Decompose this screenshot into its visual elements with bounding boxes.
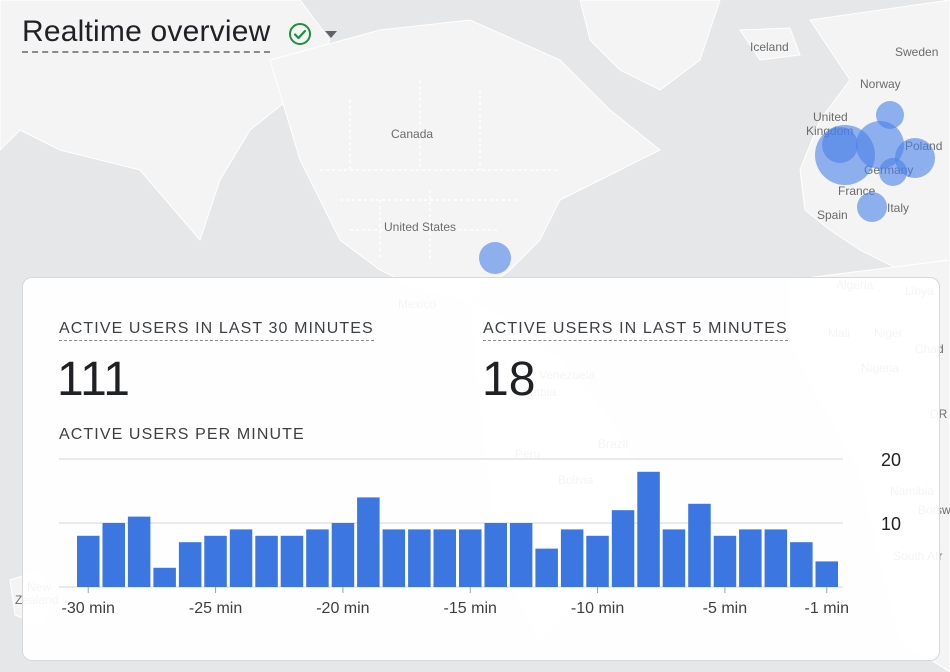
map-label: Canada	[391, 127, 433, 141]
chart-bar[interactable]	[637, 471, 660, 587]
chart-bar[interactable]	[127, 516, 151, 587]
chart-bar[interactable]	[178, 542, 202, 587]
chart-bar[interactable]	[586, 535, 609, 587]
chart-bar[interactable]	[560, 529, 584, 587]
y-tick-label: 20	[881, 450, 901, 470]
map-label: Italy	[887, 201, 909, 215]
chart-bar[interactable]	[662, 529, 686, 587]
location-bubble	[879, 158, 907, 186]
map-label: Spain	[817, 208, 848, 222]
chart-bar[interactable]	[611, 510, 635, 587]
chart-bar[interactable]	[739, 529, 762, 587]
x-tick-label: -30 min	[62, 600, 115, 617]
chart-bar[interactable]	[764, 529, 788, 587]
chart-bar[interactable]	[306, 529, 329, 587]
chart-bar[interactable]	[229, 529, 253, 587]
y-tick-label: 10	[881, 514, 901, 534]
chart-bar[interactable]	[255, 535, 278, 587]
chart-bar[interactable]	[535, 548, 558, 587]
map-label: Norway	[860, 77, 901, 91]
active-users-per-minute-chart: 10 20 -30 min -25 min -20 min -15 min -10 min -…	[59, 450, 901, 617]
x-tick-label: -25 min	[189, 600, 242, 617]
chart-bar[interactable]	[408, 529, 431, 587]
dropdown-caret-icon[interactable]	[324, 29, 338, 39]
map-label: United	[813, 110, 848, 124]
chart-bar[interactable]	[790, 542, 813, 587]
map-label: United States	[384, 220, 456, 234]
chart-bar[interactable]	[484, 523, 508, 587]
chart-bar[interactable]	[433, 529, 457, 587]
chart-bar[interactable]	[357, 497, 380, 587]
chart-bar[interactable]	[102, 523, 126, 587]
page-title[interactable]: Realtime overview	[22, 15, 271, 53]
x-tick-label: -20 min	[316, 600, 369, 617]
chart-bar[interactable]	[382, 529, 406, 587]
location-bubble	[479, 242, 511, 274]
location-bubble	[822, 127, 858, 163]
x-tick-label: -5 min	[703, 600, 747, 617]
map-label: Iceland	[750, 40, 789, 54]
check-circle-icon	[289, 23, 312, 45]
map-label: Sweden	[895, 45, 938, 59]
location-bubble	[876, 101, 904, 129]
chart-bar[interactable]	[688, 503, 711, 587]
page-header: Realtime overview	[22, 12, 338, 56]
chart-bar[interactable]	[153, 567, 176, 587]
chart-bar[interactable]	[713, 535, 737, 587]
chart-bar[interactable]	[280, 535, 304, 587]
chart-bar[interactable]	[459, 529, 482, 587]
x-tick-label: -15 min	[444, 600, 497, 617]
realtime-summary-card: ACTIVE USERS IN LAST 30 MINUTES 111 ACTI…	[22, 277, 940, 661]
chart-bar[interactable]	[331, 523, 355, 587]
x-tick-label: -10 min	[571, 600, 624, 617]
chart-bar[interactable]	[204, 535, 227, 587]
x-tick-label: -1 min	[805, 600, 849, 617]
location-bubble	[857, 192, 887, 222]
chart-bar[interactable]	[509, 523, 533, 587]
chart-bar[interactable]	[77, 535, 100, 587]
chart-bar[interactable]	[815, 561, 839, 587]
